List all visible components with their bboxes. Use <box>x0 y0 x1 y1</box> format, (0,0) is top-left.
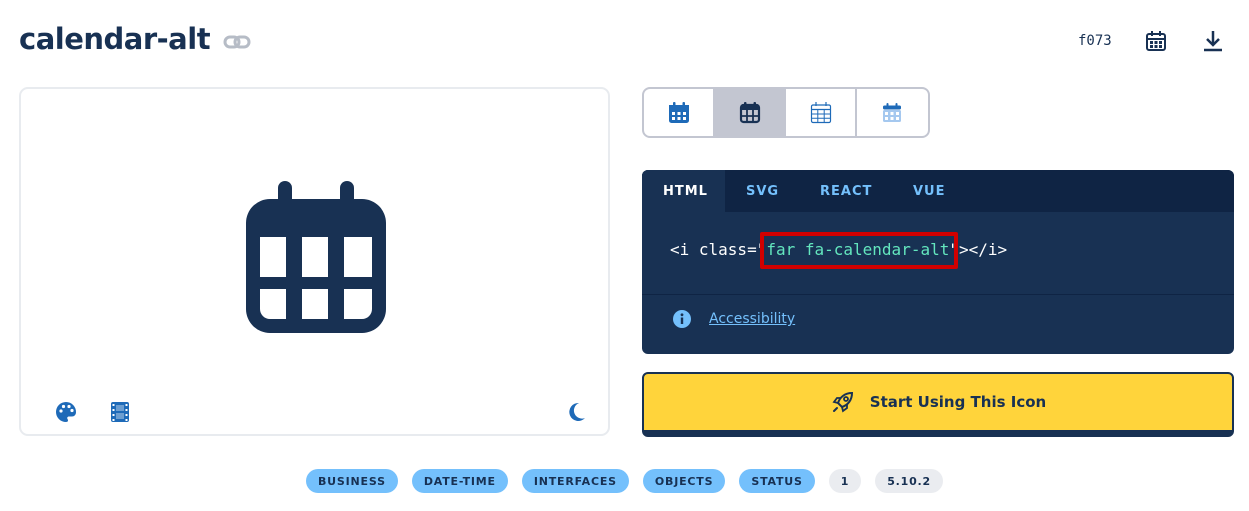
tag-interfaces[interactable]: INTERFACES <box>521 469 629 493</box>
accessibility-label: Accessibility <box>709 311 796 327</box>
film-icon[interactable] <box>109 400 131 424</box>
tag-objects[interactable]: OBJECTS <box>642 469 726 493</box>
palette-icon[interactable] <box>54 400 78 424</box>
info-icon <box>673 310 691 328</box>
code-divider <box>642 294 1234 295</box>
link-icon[interactable] <box>223 30 251 54</box>
code-snippet[interactable]: <i class="far fa-calendar-alt"></i> <box>670 240 1007 259</box>
style-duotone-button[interactable] <box>857 89 928 136</box>
style-light-button[interactable] <box>786 89 857 136</box>
tag-count[interactable]: 1 <box>828 469 862 493</box>
tab-svg[interactable]: SVG <box>725 170 799 212</box>
tag-status[interactable]: STATUS <box>739 469 815 493</box>
tab-react[interactable]: REACT <box>799 170 892 212</box>
code-class-name: far fa-calendar-alt <box>766 240 950 259</box>
rocket-icon <box>832 391 853 413</box>
moon-icon[interactable] <box>564 400 588 424</box>
unicode-value[interactable]: f073 <box>1078 33 1112 49</box>
code-prefix: <i class=" <box>670 240 767 259</box>
download-icon[interactable] <box>1202 29 1224 53</box>
start-using-label: Start Using This Icon <box>869 393 1047 411</box>
tag-version[interactable]: 5.10.2 <box>875 469 943 493</box>
page-header: calendar-alt f073 <box>0 0 1249 84</box>
start-using-icon-button[interactable]: Start Using This Icon <box>642 372 1234 437</box>
calendar-icon[interactable] <box>1145 30 1167 52</box>
page-title: calendar-alt <box>19 22 211 56</box>
calendar-regular-icon <box>739 101 760 123</box>
code-suffix: "></i> <box>949 240 1008 259</box>
tab-vue[interactable]: VUE <box>892 170 967 212</box>
tag-date-time[interactable]: DATE-TIME <box>411 469 508 493</box>
style-solid-button[interactable] <box>644 89 715 136</box>
calendar-duotone-icon <box>883 102 902 122</box>
tag-business[interactable]: BUSINESS <box>306 469 398 493</box>
code-snippet-panel: HTML SVG REACT VUE <i class="far fa-cale… <box>642 170 1234 354</box>
icon-style-selector <box>642 87 930 138</box>
style-regular-button[interactable] <box>715 89 786 136</box>
accessibility-link[interactable]: Accessibility <box>672 309 795 329</box>
code-tabs: HTML SVG REACT VUE <box>642 170 1234 212</box>
tag-list: BUSINESS DATE-TIME INTERFACES OBJECTS ST… <box>0 469 1249 493</box>
calendar-solid-icon <box>668 101 689 123</box>
calendar-alt-icon <box>246 181 386 333</box>
tab-html[interactable]: HTML <box>642 170 725 212</box>
calendar-light-icon <box>810 101 831 123</box>
icon-preview-panel <box>19 87 610 436</box>
